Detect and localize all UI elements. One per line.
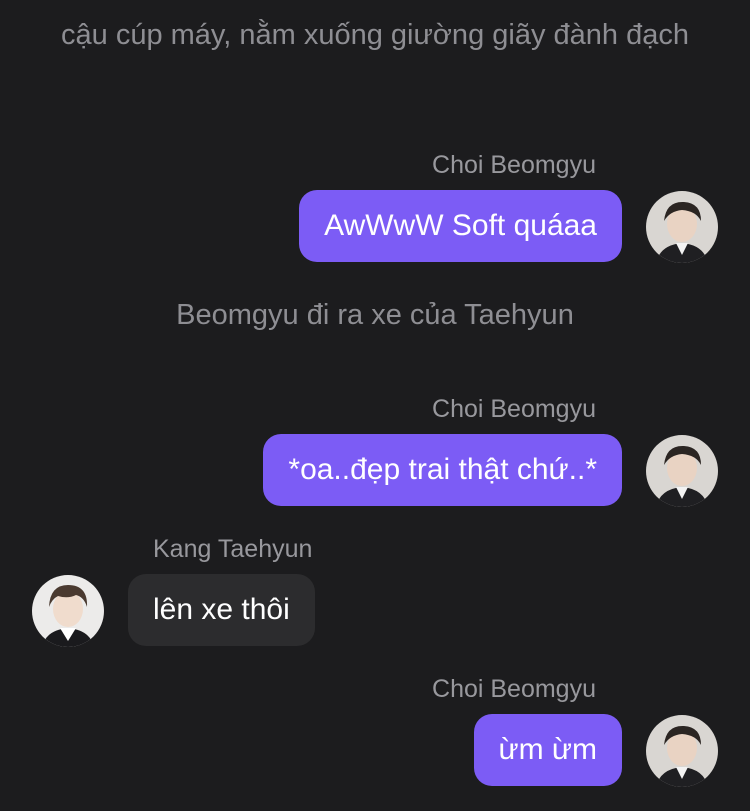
narration-text: cậu cúp máy, nằm xuống giường giãy đành … (61, 19, 689, 51)
message-bubble-incoming[interactable]: lên xe thôi (128, 574, 315, 646)
beomgyu-avatar[interactable] (646, 715, 718, 787)
sender-name: Kang Taehyun (153, 535, 313, 563)
beomgyu-avatar[interactable] (646, 191, 718, 263)
message-bubble-outgoing[interactable]: ừm ừm (473, 714, 622, 786)
beomgyu-avatar[interactable] (646, 435, 718, 507)
narration-text: Beomgyu đi ra xe của Taehyun (176, 299, 574, 331)
sender-name: Choi Beomgyu (432, 395, 596, 423)
sender-name: Choi Beomgyu (432, 675, 596, 703)
message-bubble-outgoing[interactable]: *oa..đẹp trai thật chứ..* (263, 434, 622, 506)
sender-name: Choi Beomgyu (432, 151, 596, 179)
message-bubble-outgoing[interactable]: AwWwW Soft quáaa (299, 190, 622, 262)
taehyun-avatar[interactable] (32, 575, 104, 647)
